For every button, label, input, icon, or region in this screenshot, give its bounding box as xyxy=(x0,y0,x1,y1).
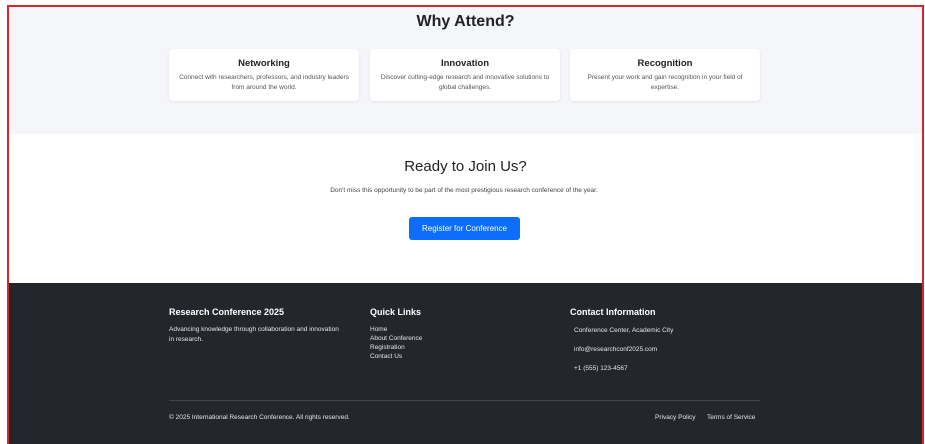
footer-brand-title: Research Conference 2025 xyxy=(169,307,285,317)
feature-card-description: Present your work and gain recognition i… xyxy=(587,74,743,91)
feature-card-title: Innovation xyxy=(440,58,490,69)
footer-divider xyxy=(169,400,760,401)
register-button[interactable]: Register for Conference xyxy=(409,217,520,240)
footer-brand-text: Advancing knowledge through collaboratio… xyxy=(169,326,339,343)
terms-of-service-link[interactable]: Terms of Service xyxy=(707,414,755,421)
feature-card-innovation: Innovation Discover cutting-edge researc… xyxy=(370,49,560,101)
footer-copyright: © 2025 International Research Conference… xyxy=(169,414,350,421)
site-footer: Research Conference 2025 Advancing knowl… xyxy=(9,283,922,444)
footer-link-contact[interactable]: Contact Us xyxy=(370,353,402,362)
contact-phone: +1 (555) 123-4567 xyxy=(574,365,628,372)
feature-card-description: Connect with researchers, professors, an… xyxy=(179,74,349,91)
why-attend-section: Why Attend? Networking Connect with rese… xyxy=(9,7,922,134)
feature-card-description: Discover cutting-edge research and innov… xyxy=(380,74,550,91)
page-frame: Why Attend? Networking Connect with rese… xyxy=(7,5,924,444)
privacy-policy-link[interactable]: Privacy Policy xyxy=(655,414,695,421)
feature-card-title: Recognition xyxy=(637,58,693,69)
footer-contact-title: Contact Information xyxy=(570,307,656,317)
contact-email: info@researchconf2025.com xyxy=(574,346,658,353)
join-description: Don't miss this opportunity to be part o… xyxy=(330,187,598,194)
footer-links-title: Quick Links xyxy=(370,307,422,317)
footer-link-registration[interactable]: Registration xyxy=(370,344,405,353)
footer-link-about[interactable]: About Conference xyxy=(370,335,422,344)
join-title: Ready to Join Us? xyxy=(404,158,527,175)
footer-link-home[interactable]: Home xyxy=(370,326,387,335)
feature-card-recognition: Recognition Present your work and gain r… xyxy=(570,49,760,101)
join-section: Ready to Join Us? Don't miss this opport… xyxy=(9,134,922,283)
feature-card-title: Networking xyxy=(238,58,290,69)
feature-card-networking: Networking Connect with researchers, pro… xyxy=(169,49,359,101)
contact-address: Conference Center, Academic City xyxy=(574,327,674,334)
why-attend-title: Why Attend? xyxy=(416,13,515,30)
